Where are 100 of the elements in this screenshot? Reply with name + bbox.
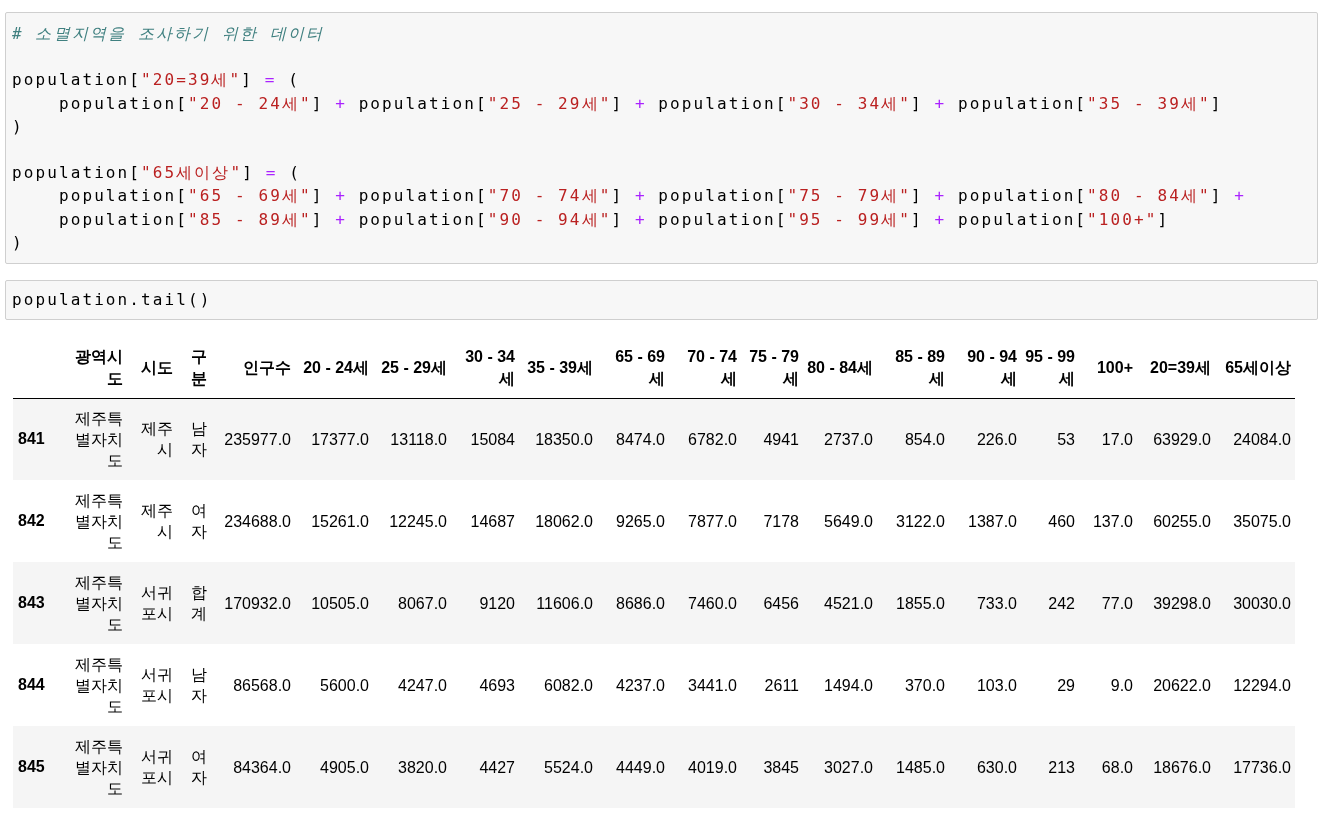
table-cell: 5600.0 <box>320 676 369 694</box>
table-cell: 30030.0 <box>1233 594 1291 612</box>
column-header: 20 - 24세 <box>303 358 369 376</box>
column-header: 80 - 84세 <box>807 358 873 376</box>
table-cell: 14687 <box>470 512 515 530</box>
column-header: 75 - 79세 <box>749 347 799 387</box>
table-cell: 제주시 <box>141 420 173 459</box>
code-line: ) <box>12 115 24 138</box>
table-cell: 17736.0 <box>1233 758 1291 776</box>
column-header: 65 - 69세 <box>615 347 665 387</box>
table-cell: 13118.0 <box>390 430 447 448</box>
table-cell: 18350.0 <box>535 430 593 448</box>
table-cell: 제주특별자치도 <box>75 737 123 797</box>
table-cell: 20622.0 <box>1153 676 1211 694</box>
table-cell: 제주특별자치도 <box>75 491 123 551</box>
table-cell: 12245.0 <box>389 512 447 530</box>
table-cell: 제주특별자치도 <box>75 655 123 715</box>
code-line: population.tail() <box>12 289 212 312</box>
table-cell: 제주특별자치도 <box>75 573 123 633</box>
code-line: population["20 - 24세"] + population["25 - 29세"] + population["30 - 34세"] + population["35 - 39세"] <box>57 92 1223 115</box>
code-line: population["20=39세"] = ( <box>12 69 300 92</box>
column-header: 90 - 94세 <box>967 347 1017 387</box>
table-cell: 6456 <box>763 594 799 612</box>
table-cell: 2737.0 <box>824 430 873 448</box>
table-cell: 18676.0 <box>1153 758 1211 776</box>
table-cell: 234688.0 <box>224 512 291 530</box>
table-cell: 1485.0 <box>896 758 945 776</box>
table-cell: 60255.0 <box>1153 512 1211 530</box>
column-header: 25 - 29세 <box>381 358 447 376</box>
column-header: 70 - 74세 <box>687 347 737 387</box>
code-line: population["85 - 89세"] + population["90 - 94세"] + population["95 - 99세"] + population["100+"] <box>57 208 1170 231</box>
row-index: 844 <box>18 676 45 694</box>
table-cell: 63929.0 <box>1153 430 1211 448</box>
table-cell: 제주특별자치도 <box>75 409 123 469</box>
table-cell: 남자 <box>191 420 207 459</box>
table-cell: 6782.0 <box>688 430 737 448</box>
table-cell: 29 <box>1057 676 1075 694</box>
column-header: 인구수 <box>243 358 291 376</box>
table-cell: 3845 <box>763 758 799 776</box>
column-header: 65세이상 <box>1225 358 1291 376</box>
column-header: 구분 <box>191 347 207 387</box>
table-cell: 9.0 <box>1110 676 1133 694</box>
table-cell: 3820.0 <box>398 758 447 776</box>
table-cell: 9120 <box>479 594 515 612</box>
table-cell: 235977.0 <box>224 430 291 448</box>
table-cell: 6082.0 <box>544 676 593 694</box>
table-cell: 3441.0 <box>688 676 737 694</box>
table-cell: 15261.0 <box>311 512 369 530</box>
table-cell: 4019.0 <box>688 758 737 776</box>
table-cell: 86568.0 <box>233 676 291 694</box>
table-cell: 3027.0 <box>824 758 873 776</box>
table-cell: 1855.0 <box>896 594 945 612</box>
table-cell: 서귀포시 <box>141 584 173 623</box>
table-cell: 226.0 <box>976 430 1017 448</box>
table-cell: 53 <box>1057 430 1075 448</box>
table-cell: 213 <box>1048 758 1075 776</box>
table-cell: 4693 <box>479 676 515 694</box>
code-line: ) <box>12 232 24 255</box>
table-cell: 10505.0 <box>311 594 369 612</box>
table-cell: 3122.0 <box>896 512 945 530</box>
code-cell[interactable]: population.tail() <box>5 280 1318 320</box>
table-cell: 여자 <box>191 748 207 787</box>
table-cell: 68.0 <box>1101 758 1133 776</box>
code-line: population["65 - 69세"] + population["70 - 74세"] + population["75 - 79세"] + population["80 - 84세"] + <box>57 185 1246 208</box>
table-cell: 11606.0 <box>536 594 593 612</box>
table-cell: 77.0 <box>1101 594 1133 612</box>
table-cell: 170932.0 <box>224 594 291 612</box>
table-cell: 남자 <box>191 666 207 705</box>
table-cell: 8686.0 <box>616 594 665 612</box>
column-header: 20=39세 <box>1150 358 1211 376</box>
column-header: 100+ <box>1096 358 1133 376</box>
code-line: population["65세이상"] = ( <box>12 162 301 185</box>
column-header: 광역시도 <box>75 347 123 387</box>
table-cell: 39298.0 <box>1153 594 1211 612</box>
table-cell: 서귀포시 <box>141 748 173 787</box>
table-cell: 17377.0 <box>311 430 369 448</box>
table-cell: 242 <box>1048 594 1075 612</box>
table-cell: 84364.0 <box>233 758 291 776</box>
column-header: 시도 <box>141 358 173 376</box>
table-cell: 8474.0 <box>616 430 665 448</box>
table-cell: 제주시 <box>141 502 173 541</box>
table-cell: 35075.0 <box>1233 512 1291 530</box>
table-cell: 9265.0 <box>616 512 665 530</box>
table-cell: 4427 <box>479 758 515 776</box>
table-cell: 합계 <box>191 584 207 623</box>
code-cell[interactable] <box>5 12 1318 265</box>
table-cell: 1494.0 <box>824 676 873 694</box>
table-cell: 854.0 <box>904 430 945 448</box>
table-cell: 103.0 <box>976 676 1017 694</box>
table-cell: 18062.0 <box>535 512 593 530</box>
table-cell: 5524.0 <box>544 758 593 776</box>
code-line: # 소멸지역을 조사하기 위한 데이터 <box>12 23 325 45</box>
table-cell: 4449.0 <box>616 758 665 776</box>
table-cell: 7178 <box>763 512 799 530</box>
column-header: 30 - 34세 <box>465 347 515 387</box>
table-cell: 137.0 <box>1092 512 1133 530</box>
row-index: 843 <box>18 594 45 612</box>
row-index: 841 <box>18 430 45 448</box>
table-cell: 8067.0 <box>398 594 447 612</box>
column-header: 35 - 39세 <box>527 358 593 376</box>
